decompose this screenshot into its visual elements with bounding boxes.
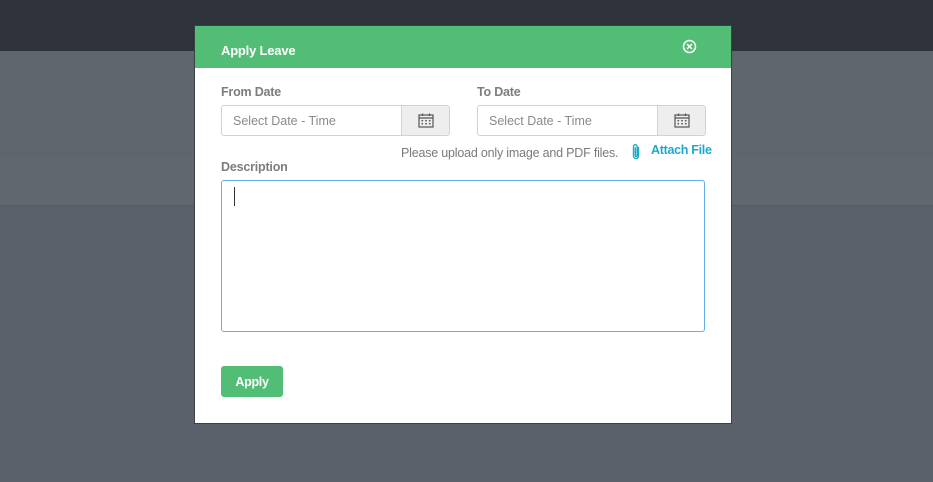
close-icon[interactable] (682, 39, 697, 54)
attach-file-link[interactable]: Attach File (651, 143, 712, 157)
modal-title: Apply Leave (221, 43, 296, 58)
calendar-icon (674, 113, 690, 128)
to-date-calendar-button[interactable] (657, 106, 705, 135)
from-date-group (221, 105, 450, 136)
from-date-calendar-button[interactable] (401, 106, 449, 135)
text-caret (234, 187, 235, 206)
description-label: Description (221, 160, 288, 174)
paperclip-icon[interactable] (630, 143, 642, 166)
from-date-label: From Date (221, 85, 282, 99)
modal-header: Apply Leave (195, 26, 731, 68)
to-date-input[interactable] (478, 106, 658, 135)
description-textarea[interactable] (221, 180, 705, 332)
apply-button[interactable]: Apply (221, 366, 283, 397)
from-date-input[interactable] (222, 106, 402, 135)
calendar-icon (418, 113, 434, 128)
apply-leave-modal: Apply Leave From Date Select Date - Time… (194, 25, 732, 424)
upload-note: Please upload only image and PDF files. (401, 146, 619, 160)
to-date-label: To Date (477, 85, 521, 99)
to-date-group (477, 105, 706, 136)
